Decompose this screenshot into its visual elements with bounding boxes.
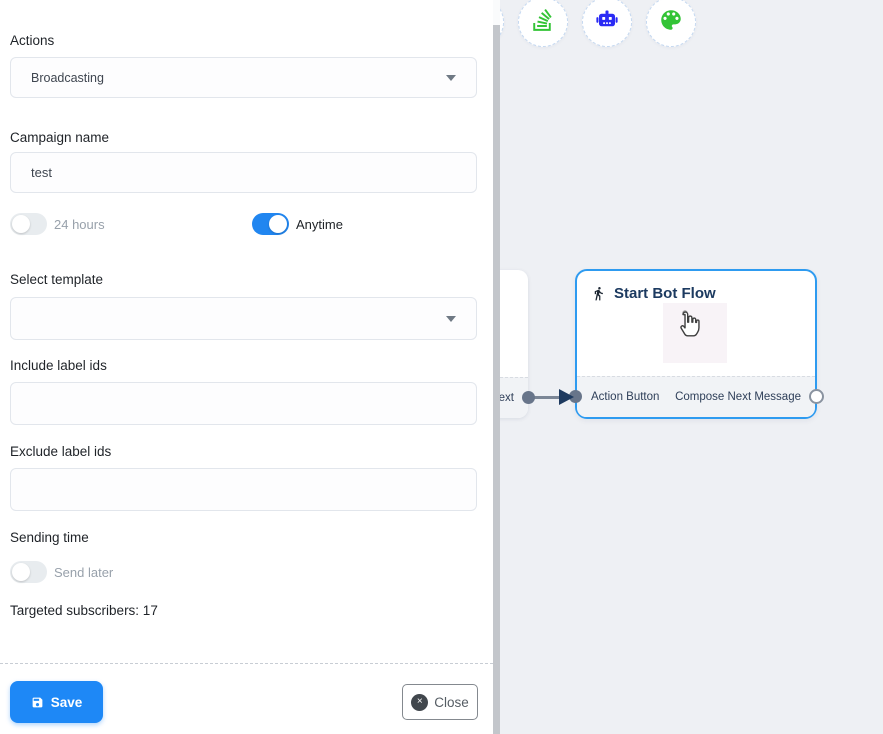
toggle-24-hours[interactable] [10, 213, 47, 235]
exclude-label-ids-label: Exclude label ids [10, 444, 111, 459]
toggle-send-later[interactable] [10, 561, 47, 583]
node-output-port[interactable] [809, 389, 824, 404]
save-button[interactable]: Save [10, 681, 103, 723]
node-footer: Action Button Compose Next Message [577, 376, 815, 417]
toggle-knob [12, 215, 30, 233]
include-label-ids-input[interactable] [10, 382, 477, 425]
close-button-label: Close [434, 695, 469, 710]
palette-icon [658, 7, 684, 38]
toggle-knob [269, 215, 287, 233]
template-select[interactable] [10, 297, 477, 340]
app-window: Next Start Bot Flow Action Button Compos… [0, 0, 883, 734]
select-template-label: Select template [10, 272, 103, 287]
sending-time-label: Sending time [10, 530, 89, 545]
campaign-name-input[interactable] [10, 152, 477, 193]
footer-divider [0, 663, 493, 664]
toolbar-button-palette[interactable] [646, 0, 696, 47]
toggle-send-later-label: Send later [54, 565, 113, 580]
close-button[interactable]: × Close [402, 684, 478, 720]
flow-edge [533, 396, 561, 399]
save-icon [31, 696, 44, 709]
panel-scrollbar-thumb[interactable] [493, 25, 500, 734]
save-button-label: Save [51, 695, 83, 710]
campaign-name-label: Campaign name [10, 130, 109, 145]
partial-node-output-port[interactable] [522, 391, 535, 404]
chevron-down-icon [446, 75, 456, 81]
robot-icon [594, 7, 620, 38]
node-output-label: Compose Next Message [675, 391, 801, 403]
close-circle-icon: × [411, 694, 428, 711]
exclude-label-ids-input[interactable] [10, 468, 477, 511]
chevron-down-icon [446, 316, 456, 322]
node-input-label: Action Button [591, 391, 659, 403]
actions-label: Actions [10, 33, 54, 48]
node-header: Start Bot Flow [577, 271, 815, 302]
walking-person-icon [591, 286, 606, 301]
toggle-anytime[interactable] [252, 213, 289, 235]
flow-edge-arrowhead [559, 389, 574, 405]
toggle-24-hours-label: 24 hours [54, 217, 105, 232]
node-title: Start Bot Flow [614, 285, 716, 302]
include-label-ids-label: Include label ids [10, 358, 107, 373]
toolbar-button-robot[interactable] [582, 0, 632, 47]
toolbar-button-stack[interactable] [518, 0, 568, 47]
panel-scrollbar[interactable] [493, 0, 500, 734]
broadcast-form-panel: Actions Broadcasting Campaign name 24 ho… [0, 0, 493, 734]
stack-icon [530, 7, 556, 38]
actions-select-value: Broadcasting [31, 71, 104, 85]
targeted-subscribers-text: Targeted subscribers: 17 [10, 603, 158, 618]
hand-cursor-icon [668, 304, 710, 353]
actions-select[interactable]: Broadcasting [10, 57, 477, 98]
toggle-anytime-label: Anytime [296, 217, 343, 232]
toggle-knob [12, 563, 30, 581]
